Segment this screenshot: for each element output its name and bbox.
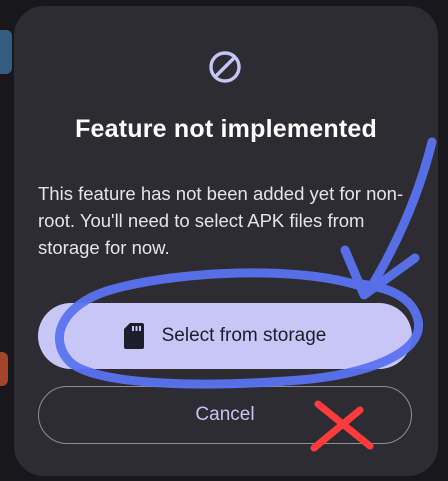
background-tab-accent xyxy=(0,30,12,74)
dialog-title: Feature not implemented xyxy=(75,115,377,143)
cancel-button[interactable]: Cancel xyxy=(38,386,412,444)
dialog-message: This feature has not been added yet for … xyxy=(38,183,404,258)
block-icon xyxy=(209,51,241,83)
background-tab-accent-red xyxy=(0,352,8,386)
select-from-storage-label: Select from storage xyxy=(161,325,327,346)
cancel-label: Cancel xyxy=(195,404,255,425)
select-from-storage-button[interactable]: Select from storage xyxy=(38,303,412,369)
sd-card-icon xyxy=(123,323,144,349)
screen: Feature not implemented This feature has… xyxy=(0,0,448,481)
